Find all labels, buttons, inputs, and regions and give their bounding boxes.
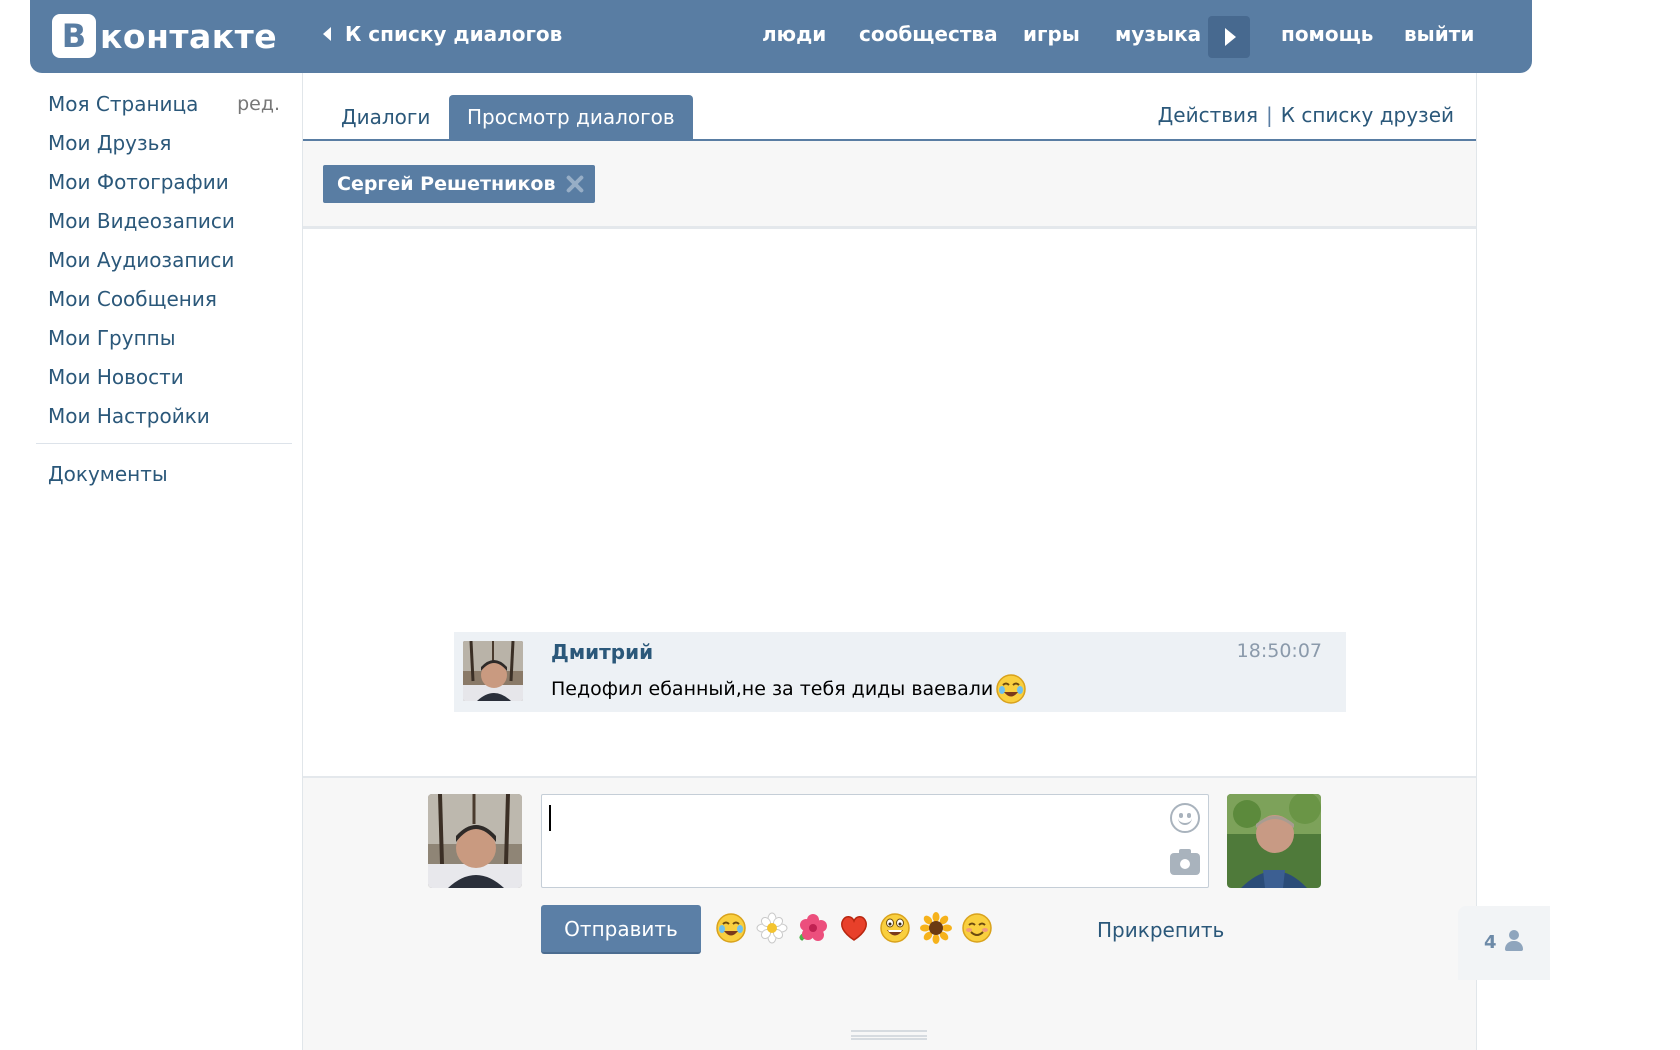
text-caret — [549, 805, 551, 831]
message-input[interactable] — [541, 794, 1209, 888]
online-count: 4 — [1484, 932, 1497, 953]
sidebar-item-friends[interactable]: Мои Друзья — [36, 125, 292, 164]
crying-laugh-emoji-icon[interactable] — [715, 912, 747, 944]
nav-help[interactable]: помощь — [1281, 22, 1373, 46]
recipient-chip[interactable]: Сергей Решетников — [323, 165, 596, 203]
sidebar-item-news[interactable]: Мои Новости — [36, 359, 292, 398]
sidebar-item-groups[interactable]: Мои Группы — [36, 320, 292, 359]
peer-avatar[interactable] — [1227, 794, 1321, 888]
quick-emoji-bar — [715, 912, 993, 944]
close-icon[interactable] — [565, 174, 585, 194]
heart-emoji-icon[interactable] — [838, 912, 870, 944]
hibiscus-emoji-icon[interactable] — [797, 912, 829, 944]
crying-laugh-emoji-icon — [996, 674, 1026, 704]
tab-bar: Диалоги Просмотр диалогов Действия | К спи… — [303, 73, 1476, 141]
recipient-filter-bar: Сергей Решетников — [303, 141, 1476, 229]
message-composer: Отправить Прикрепить — [303, 776, 1476, 1050]
resize-grip[interactable] — [851, 1030, 927, 1040]
message-text-row: Педофил ебанный,не за тебя диды ваевали — [551, 673, 1027, 705]
camera-icon[interactable] — [1170, 849, 1200, 875]
recipient-name: Сергей Решетников — [337, 173, 556, 195]
messages-panel: Диалоги Просмотр диалогов Действия | К спи… — [302, 73, 1477, 1050]
nav-logout[interactable]: выйти — [1404, 22, 1474, 46]
music-play-button[interactable] — [1208, 16, 1250, 58]
tab-dialogs[interactable]: Диалоги — [323, 95, 448, 141]
my-avatar[interactable] — [428, 794, 522, 888]
message-time: 18:50:07 — [1236, 640, 1322, 662]
message-author[interactable]: Дмитрий — [551, 640, 653, 664]
nav-communities[interactable]: сообщества — [859, 22, 998, 46]
sidebar-item-documents[interactable]: Документы — [36, 456, 292, 495]
user-icon-body — [1505, 941, 1523, 951]
separator: | — [1266, 103, 1273, 127]
top-header: В контакте К списку диалогов люди сообще… — [30, 0, 1532, 73]
message-item: Дмитрий 18:50:07 Педофил ебанный,не за т… — [454, 632, 1346, 712]
sidebar-item-photos[interactable]: Мои Фотографии — [36, 164, 292, 203]
send-button[interactable]: Отправить — [541, 905, 701, 954]
nav-games[interactable]: игры — [1023, 22, 1080, 46]
back-arrow-icon — [323, 27, 331, 41]
vk-logo[interactable]: В контакте — [52, 14, 277, 58]
sidebar-item-videos[interactable]: Мои Видеозаписи — [36, 203, 292, 242]
smile-mouth — [1178, 817, 1192, 825]
sidebar-item-label: Моя Страница — [48, 92, 199, 116]
daisy-emoji-icon[interactable] — [756, 912, 788, 944]
logo-letter: В — [52, 14, 96, 58]
actions-link[interactable]: Действия — [1158, 103, 1258, 127]
sidebar-item-my-page[interactable]: Моя Страница ред. — [36, 86, 292, 125]
avatar[interactable] — [463, 641, 523, 701]
back-to-dialogs-link[interactable]: К списку диалогов — [323, 22, 562, 46]
online-friends-counter[interactable]: 4 — [1458, 906, 1550, 980]
user-icon-head — [1509, 930, 1519, 940]
user-icon — [1504, 930, 1524, 952]
blushing-emoji-icon[interactable] — [961, 912, 993, 944]
laughing-emoji-icon[interactable] — [879, 912, 911, 944]
sunflower-emoji-icon[interactable] — [920, 912, 952, 944]
tab-view-dialogs[interactable]: Просмотр диалогов — [449, 95, 693, 141]
tab-actions: Действия | К списку друзей — [1158, 103, 1454, 127]
left-sidebar: Моя Страница ред. Мои Друзья Мои Фотогра… — [36, 86, 292, 495]
sidebar-item-messages[interactable]: Мои Сообщения — [36, 281, 292, 320]
play-icon — [1225, 28, 1236, 46]
nav-people[interactable]: люди — [762, 22, 826, 46]
message-text: Педофил ебанный,не за тебя диды ваевали — [551, 678, 994, 700]
sidebar-divider — [36, 443, 292, 444]
logo-text: контакте — [100, 16, 278, 56]
smile-icon[interactable] — [1170, 803, 1200, 833]
back-link-label: К списку диалогов — [345, 22, 563, 46]
friends-list-link[interactable]: К списку друзей — [1281, 103, 1454, 127]
sidebar-item-audio[interactable]: Мои Аудиозаписи — [36, 242, 292, 281]
edit-link[interactable]: ред. — [237, 86, 280, 122]
attach-link[interactable]: Прикрепить — [1097, 918, 1224, 942]
nav-music[interactable]: музыка — [1115, 22, 1201, 46]
sidebar-item-settings[interactable]: Мои Настройки — [36, 398, 292, 437]
